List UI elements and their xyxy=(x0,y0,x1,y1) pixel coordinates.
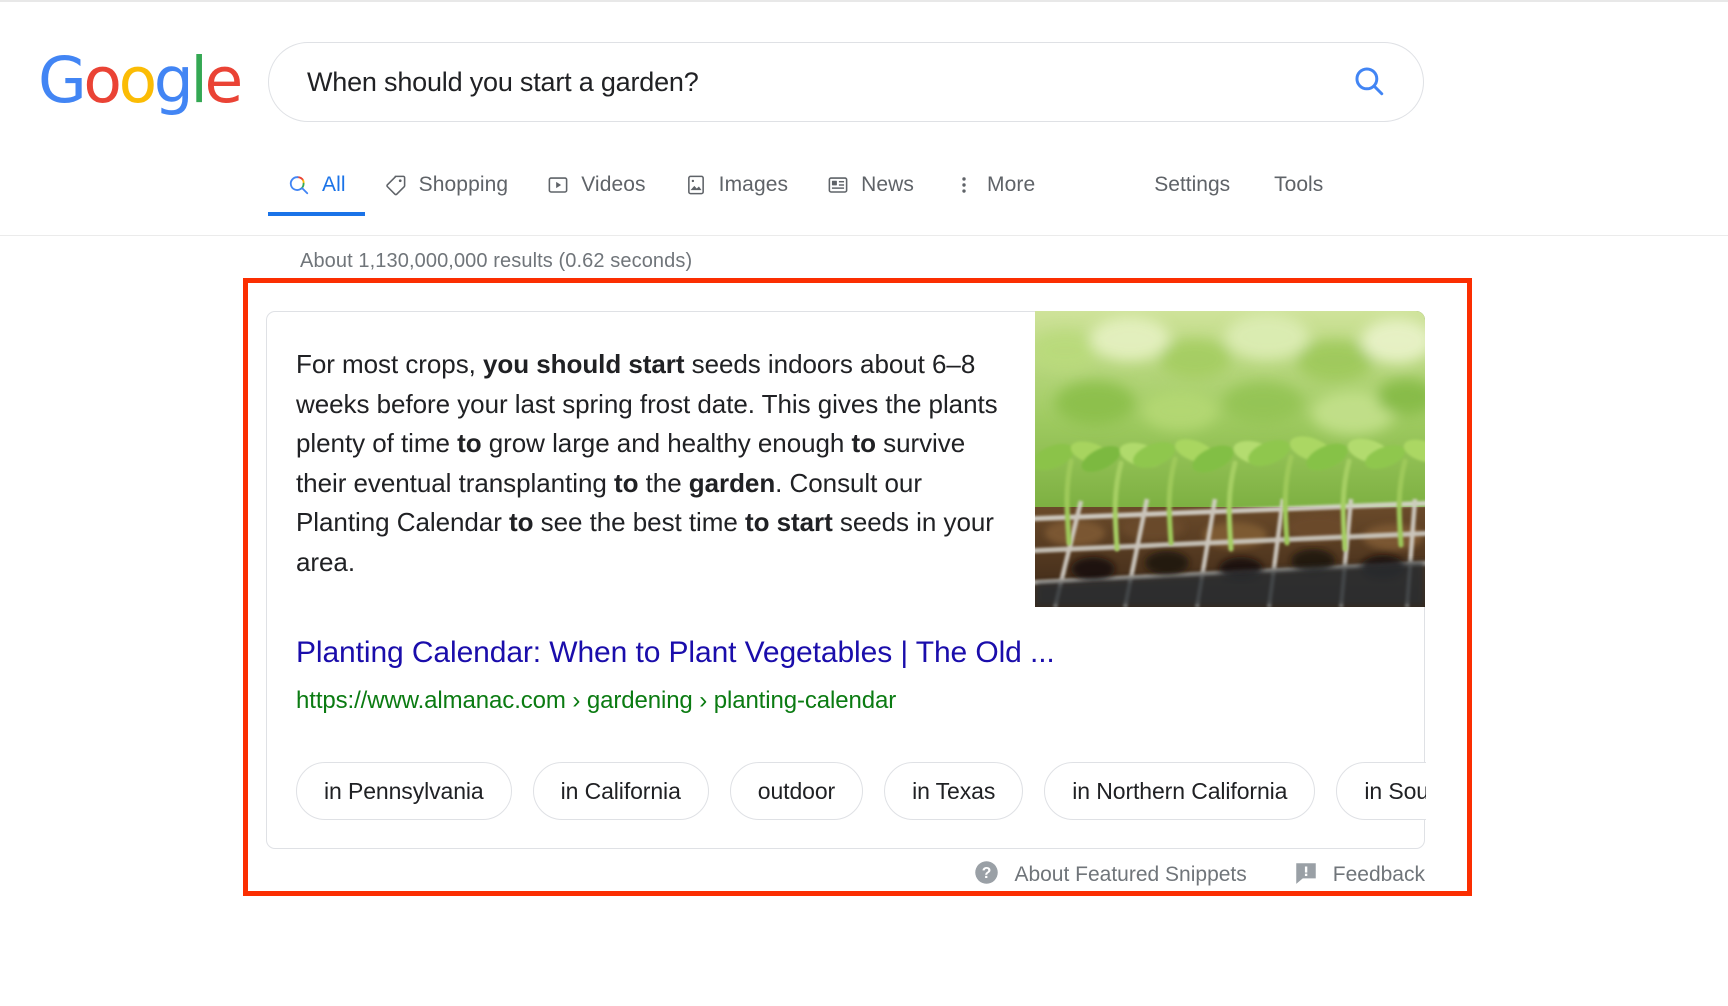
logo-letter-g1: G xyxy=(38,43,87,117)
snippet-bold-run: you should start xyxy=(483,349,685,379)
settings-label: Settings xyxy=(1154,173,1231,196)
featured-snippet-card: For most crops, you should start seeds i… xyxy=(266,311,1426,849)
snippet-text-run: see the best time xyxy=(533,507,745,538)
snippet-text-run: the xyxy=(638,467,689,498)
tab-videos[interactable]: Videos xyxy=(527,154,664,216)
snippet-bold-run: to xyxy=(613,467,639,498)
refinement-chip[interactable]: in Northern California xyxy=(1044,762,1316,820)
video-play-icon xyxy=(546,173,570,197)
search-input[interactable] xyxy=(305,65,1305,99)
logo-letter-g2: g xyxy=(153,43,194,117)
kebab-menu-icon xyxy=(952,173,976,197)
snippet-bold-run: to xyxy=(851,428,877,459)
tab-images-label: Images xyxy=(718,173,789,196)
feedback-label: Feedback xyxy=(1332,863,1425,886)
snippet-bold-run: to xyxy=(457,428,482,459)
search-submit-button[interactable] xyxy=(1349,62,1389,102)
tag-icon xyxy=(384,173,408,197)
tab-news-label: News xyxy=(861,173,915,196)
featured-snippet-paragraph: For most crops, you should start seeds i… xyxy=(296,345,1006,583)
snippet-bold-run: to xyxy=(509,507,534,538)
seedling-tray-photo xyxy=(1035,311,1425,607)
feedback-link[interactable]: Feedback xyxy=(1293,860,1425,891)
search-icon xyxy=(287,173,311,197)
featured-snippet-url[interactable]: https://www.almanac.com › gardening › pl… xyxy=(296,687,896,715)
tools-label: Tools xyxy=(1274,173,1324,196)
refinement-chip-label: outdoor xyxy=(757,777,836,804)
about-featured-snippets-link[interactable]: ? About Featured Snippets xyxy=(973,859,1247,891)
google-logo[interactable]: Google xyxy=(38,43,243,117)
image-icon xyxy=(684,173,708,197)
tab-all[interactable]: All xyxy=(268,154,365,216)
result-stats: About 1,130,000,000 results (0.62 second… xyxy=(300,250,693,272)
snippet-text-run: grow large and healthy enough xyxy=(481,428,852,459)
tab-shopping[interactable]: Shopping xyxy=(365,154,528,216)
refinement-chip[interactable]: in California xyxy=(532,762,709,820)
tab-more-label: More xyxy=(987,173,1036,196)
settings-button[interactable]: Settings xyxy=(1132,154,1252,216)
search-tabs: All Shopping Videos Images News More Set… xyxy=(268,154,1345,216)
search-icon xyxy=(1352,64,1386,101)
refinement-chip-label: in Texas xyxy=(912,777,996,804)
featured-snippet-title-link[interactable]: Planting Calendar: When to Plant Vegetab… xyxy=(296,636,1055,670)
tab-news[interactable]: News xyxy=(807,154,933,216)
refinement-chip-label: in Northern California xyxy=(1072,777,1288,804)
tab-images[interactable]: Images xyxy=(665,154,807,216)
logo-letter-o1: o xyxy=(83,43,122,117)
tab-videos-label: Videos xyxy=(581,173,646,196)
snippet-bold-run: to start xyxy=(744,507,833,538)
refinement-chip[interactable]: in Texas xyxy=(884,762,1024,820)
snippet-text-run: For most crops, xyxy=(296,349,484,379)
search-header: Google When should you start a garden? A… xyxy=(0,2,1728,236)
logo-letter-l: l xyxy=(190,43,208,117)
refinement-chip[interactable]: outdoor xyxy=(729,762,864,820)
newspaper-icon xyxy=(826,173,850,197)
logo-letter-e: e xyxy=(204,43,243,117)
refinement-chip[interactable]: in Pennsylvania xyxy=(296,762,512,820)
snippet-bold-run: garden xyxy=(688,467,776,498)
question-circle-icon: ? xyxy=(973,859,1000,891)
featured-snippet-thumbnail[interactable] xyxy=(1035,311,1425,607)
refinement-chip-label: in Pennsylvania xyxy=(324,777,484,804)
tools-button[interactable]: Tools xyxy=(1252,154,1345,216)
tab-shopping-label: Shopping xyxy=(418,173,509,196)
feedback-flag-icon xyxy=(1293,860,1319,891)
about-featured-snippets-label: About Featured Snippets xyxy=(1014,863,1247,886)
tab-all-label: All xyxy=(322,173,346,196)
refinement-chip-label: in California xyxy=(560,777,681,804)
refinement-chip-label: in Sou xyxy=(1364,777,1426,804)
svg-text:?: ? xyxy=(982,865,992,882)
refinement-chip-row: in Pennsylvania in California outdoor in Te… xyxy=(296,760,1426,822)
google-search-results-page: Google When should you start a garden? A… xyxy=(0,0,1728,1006)
featured-snippet-footer: ? About Featured Snippets Feedback xyxy=(880,855,1425,895)
search-box[interactable] xyxy=(268,42,1424,122)
tab-more[interactable]: More xyxy=(933,154,1054,216)
logo-letter-o2: o xyxy=(118,43,158,117)
refinement-chip[interactable]: in Sou xyxy=(1336,762,1426,820)
